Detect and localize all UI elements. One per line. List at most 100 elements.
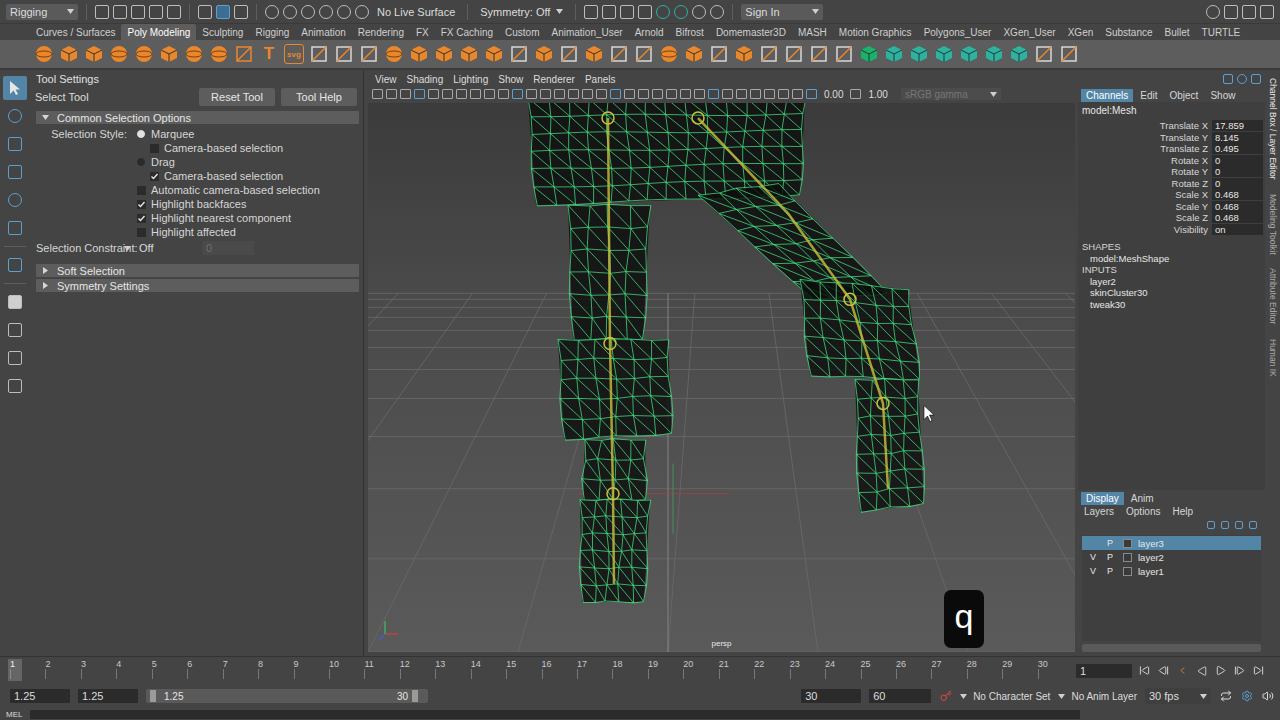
loop-icon[interactable] <box>1219 689 1232 703</box>
viewport-tool-icon[interactable] <box>512 89 523 99</box>
exposure-field[interactable]: 0.00 <box>820 89 847 100</box>
input-node[interactable]: skinCluster30 <box>1082 287 1265 299</box>
viewport-tool-icon[interactable] <box>806 89 817 99</box>
layer-scrollbar[interactable] <box>1082 644 1261 652</box>
viewport-tool-icon[interactable] <box>540 89 551 99</box>
collapsed-arrow-icon[interactable] <box>42 267 49 274</box>
go-to-start-icon[interactable] <box>1138 664 1151 678</box>
channel-box-tab[interactable]: Channels <box>1081 89 1133 102</box>
panel-layout-icon[interactable] <box>1260 5 1274 19</box>
file-tool-icon[interactable] <box>149 5 163 19</box>
attribute-value[interactable]: on <box>1212 224 1263 235</box>
viewport-tool-icon[interactable] <box>596 89 607 99</box>
checkbox[interactable] <box>150 172 159 181</box>
file-tool-icon[interactable] <box>113 5 127 19</box>
visibility-toggle[interactable]: V <box>1086 552 1100 562</box>
step-back-frame-icon[interactable] <box>1176 664 1189 678</box>
shelf-tool-icon[interactable] <box>1034 44 1054 64</box>
selection-mode-icon[interactable] <box>198 5 212 19</box>
viewport-menu[interactable]: View <box>375 74 397 85</box>
section-header[interactable]: Common Selection Options <box>36 111 359 124</box>
shelf-cube-icon[interactable] <box>409 44 429 64</box>
layer-action-icon[interactable] <box>1249 521 1257 529</box>
section-header[interactable]: Symmetry Settings <box>36 279 359 292</box>
step-forward-key-icon[interactable] <box>1233 664 1246 678</box>
render-tool-icon[interactable] <box>620 5 634 19</box>
viewport-tool-icon[interactable] <box>526 89 537 99</box>
shelf-sphere-icon[interactable] <box>184 44 204 64</box>
attribute-value[interactable]: 0.468 <box>1212 212 1263 223</box>
viewport-menu[interactable]: Renderer <box>533 74 575 85</box>
shelf-cube-icon[interactable] <box>59 44 79 64</box>
snap-icon[interactable] <box>265 5 279 19</box>
viewport-tool-icon[interactable] <box>456 89 467 99</box>
viewport-canvas[interactable]: perspq <box>368 103 1075 652</box>
viewport-tool-icon[interactable] <box>610 89 621 99</box>
shelf-tool-icon[interactable] <box>359 44 379 64</box>
shelf-tab[interactable]: TURTLE <box>1196 24 1247 40</box>
viewport-tool-icon[interactable] <box>484 89 495 99</box>
move-tool-button[interactable] <box>3 160 27 184</box>
range-slider[interactable]: 1.2530 <box>146 689 428 703</box>
sound-icon[interactable] <box>1261 689 1274 703</box>
timeline-ticks[interactable]: 1234567891011121314151617181920212223242… <box>0 657 1062 684</box>
option-row[interactable]: Automatic camera-based selection <box>30 183 363 197</box>
gamma-field[interactable]: 1.00 <box>864 89 891 100</box>
shelf-cube-icon[interactable] <box>959 44 979 64</box>
expanded-arrow-icon[interactable] <box>42 114 49 121</box>
viewport-tool-icon[interactable] <box>778 89 789 99</box>
attribute-row[interactable]: Translate X17.859 <box>1082 120 1265 132</box>
current-time-field[interactable]: 1 <box>1076 664 1132 678</box>
scale-tool-button[interactable] <box>3 216 27 240</box>
shelf-cube-icon[interactable] <box>84 44 104 64</box>
shelf-tab[interactable]: Rigging <box>249 24 295 40</box>
layer-menu[interactable]: Options <box>1126 506 1160 518</box>
viewport-tool-icon[interactable] <box>442 89 453 99</box>
play-backwards-icon[interactable] <box>1195 664 1208 678</box>
shelf-tab[interactable]: Poly Modeling <box>121 24 196 40</box>
shelf-tab[interactable]: XGen <box>1062 24 1100 40</box>
shelf-tab[interactable]: Animation <box>295 24 351 40</box>
shelf-tool-icon[interactable] <box>709 44 729 64</box>
color-space-dropdown[interactable]: sRGB gamma <box>901 88 1001 100</box>
go-to-end-icon[interactable] <box>1252 664 1265 678</box>
shelf-tool-icon[interactable] <box>309 44 329 64</box>
shelf-sphere-icon[interactable] <box>384 44 404 64</box>
select-tool-button[interactable] <box>3 76 27 100</box>
shelf-tab[interactable]: Rendering <box>352 24 410 40</box>
tool-button[interactable]: Tool Help <box>281 88 357 106</box>
layer-row[interactable]: VPlayer2 <box>1082 550 1261 564</box>
viewport-tool-icon[interactable] <box>470 89 481 99</box>
step-back-key-icon[interactable] <box>1157 664 1170 678</box>
shelf-cube-icon[interactable] <box>984 44 1004 64</box>
gamma-icon[interactable] <box>850 89 861 99</box>
shelf-tab[interactable]: Domemaster3D <box>710 24 792 40</box>
viewport-tool-icon[interactable] <box>680 89 691 99</box>
shelf-tab[interactable]: FX <box>410 24 435 40</box>
panel-layout-icon[interactable] <box>1242 5 1256 19</box>
option-row[interactable]: Highlight affected <box>30 225 363 239</box>
layer-color-swatch[interactable] <box>1123 567 1132 576</box>
attribute-row[interactable]: Scale Y0.468 <box>1082 201 1265 213</box>
shelf-tool-icon[interactable] <box>509 44 529 64</box>
shelf-tab[interactable]: Substance <box>1099 24 1158 40</box>
viewport-tool-icon[interactable] <box>652 89 663 99</box>
option-row[interactable]: Camera-based selection <box>30 141 363 155</box>
layer-action-icon[interactable] <box>1221 521 1229 529</box>
shelf-tool-icon[interactable] <box>634 44 654 64</box>
shelf-tab[interactable]: Arnold <box>629 24 670 40</box>
viewport-tool-icon[interactable] <box>764 89 775 99</box>
skeleton-joints[interactable] <box>602 112 889 584</box>
checkbox[interactable] <box>137 228 146 237</box>
attribute-row[interactable]: Translate Z0.495 <box>1082 143 1265 155</box>
render-tool-icon[interactable] <box>584 5 598 19</box>
shelf-tool-icon[interactable] <box>334 44 354 64</box>
anim-layer-dropdown[interactable]: No Anim Layer <box>1058 691 1137 702</box>
snap-icon[interactable] <box>355 5 369 19</box>
shelf-tab[interactable]: Motion Graphics <box>833 24 918 40</box>
object-name[interactable]: model:Mesh <box>1082 105 1265 118</box>
option-row[interactable]: Highlight backfaces <box>30 197 363 211</box>
shelf-tool-icon[interactable] <box>559 44 579 64</box>
layer-action-icon[interactable] <box>1235 521 1243 529</box>
current-time-marker[interactable] <box>8 659 22 681</box>
